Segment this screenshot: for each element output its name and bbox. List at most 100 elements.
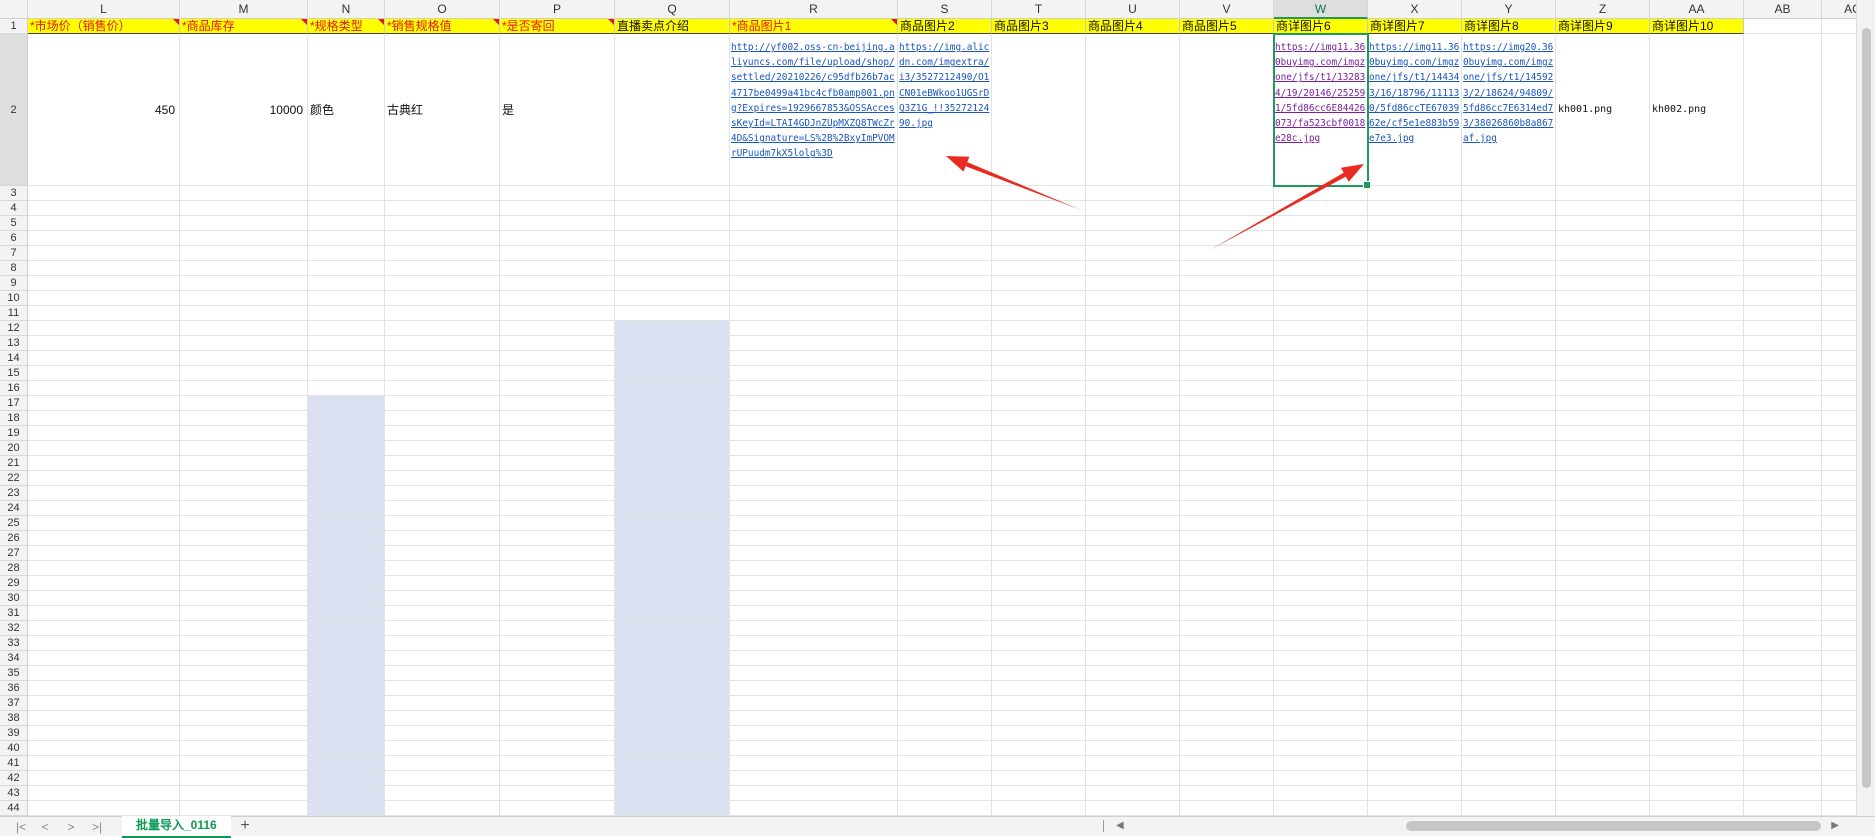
cell-l36[interactable] — [28, 681, 180, 696]
cell-u2[interactable] — [1086, 34, 1180, 186]
cell-x38[interactable] — [1368, 711, 1462, 726]
cell-aa27[interactable] — [1650, 546, 1744, 561]
cell-t43[interactable] — [992, 786, 1086, 801]
cell-y4[interactable] — [1462, 201, 1556, 216]
cell-y10[interactable] — [1462, 291, 1556, 306]
cell-o7[interactable] — [385, 246, 500, 261]
cell-aa15[interactable] — [1650, 366, 1744, 381]
prev-sheet-button[interactable]: < — [36, 819, 54, 835]
cell-n44[interactable] — [308, 801, 385, 816]
cell-aa34[interactable] — [1650, 651, 1744, 666]
cell-u22[interactable] — [1086, 471, 1180, 486]
cell-aa11[interactable] — [1650, 306, 1744, 321]
row-header-3[interactable]: 3 — [0, 186, 28, 201]
cell-l21[interactable] — [28, 456, 180, 471]
cell-aa12[interactable] — [1650, 321, 1744, 336]
cell-ab27[interactable] — [1744, 546, 1822, 561]
cell-x24[interactable] — [1368, 501, 1462, 516]
cell-u43[interactable] — [1086, 786, 1180, 801]
cell-aa16[interactable] — [1650, 381, 1744, 396]
cell-y19[interactable] — [1462, 426, 1556, 441]
cell-l29[interactable] — [28, 576, 180, 591]
cell-t2[interactable] — [992, 34, 1086, 186]
cell-z20[interactable] — [1556, 441, 1650, 456]
cell-m37[interactable] — [180, 696, 308, 711]
cell-t34[interactable] — [992, 651, 1086, 666]
cell-u10[interactable] — [1086, 291, 1180, 306]
cell-m44[interactable] — [180, 801, 308, 816]
cell-x34[interactable] — [1368, 651, 1462, 666]
cell-v8[interactable] — [1180, 261, 1274, 276]
cell-w19[interactable] — [1274, 426, 1368, 441]
cell-l32[interactable] — [28, 621, 180, 636]
cell-t28[interactable] — [992, 561, 1086, 576]
cell-t30[interactable] — [992, 591, 1086, 606]
cell-ac33[interactable] — [1822, 636, 1856, 651]
cell-ab42[interactable] — [1744, 771, 1822, 786]
cell-w37[interactable] — [1274, 696, 1368, 711]
cell-n30[interactable] — [308, 591, 385, 606]
cell-aa39[interactable] — [1650, 726, 1744, 741]
cell-q14[interactable] — [615, 351, 730, 366]
row-header-15[interactable]: 15 — [0, 366, 28, 381]
header-cell-v[interactable]: 商品图片5 — [1180, 19, 1274, 34]
cell-s8[interactable] — [898, 261, 992, 276]
cell-ab28[interactable] — [1744, 561, 1822, 576]
cell-w21[interactable] — [1274, 456, 1368, 471]
cell-w38[interactable] — [1274, 711, 1368, 726]
cell-t14[interactable] — [992, 351, 1086, 366]
cell-w13[interactable] — [1274, 336, 1368, 351]
cell-n28[interactable] — [308, 561, 385, 576]
cell-p25[interactable] — [500, 516, 615, 531]
cell-aa20[interactable] — [1650, 441, 1744, 456]
cell-y42[interactable] — [1462, 771, 1556, 786]
cell-o22[interactable] — [385, 471, 500, 486]
row-header-36[interactable]: 36 — [0, 681, 28, 696]
cell-z12[interactable] — [1556, 321, 1650, 336]
cell-q13[interactable] — [615, 336, 730, 351]
cell-q27[interactable] — [615, 546, 730, 561]
cell-x44[interactable] — [1368, 801, 1462, 816]
cell-m15[interactable] — [180, 366, 308, 381]
cell-t13[interactable] — [992, 336, 1086, 351]
cell-o24[interactable] — [385, 501, 500, 516]
cell-m34[interactable] — [180, 651, 308, 666]
cell-u37[interactable] — [1086, 696, 1180, 711]
cell-w12[interactable] — [1274, 321, 1368, 336]
cell-n35[interactable] — [308, 666, 385, 681]
cell-m18[interactable] — [180, 411, 308, 426]
cell-m7[interactable] — [180, 246, 308, 261]
cell-l28[interactable] — [28, 561, 180, 576]
cell-ab33[interactable] — [1744, 636, 1822, 651]
cell-w28[interactable] — [1274, 561, 1368, 576]
column-header-w[interactable]: W — [1274, 0, 1368, 19]
cell-v18[interactable] — [1180, 411, 1274, 426]
cell-t40[interactable] — [992, 741, 1086, 756]
row-header-11[interactable]: 11 — [0, 306, 28, 321]
cell-ac36[interactable] — [1822, 681, 1856, 696]
cell-r27[interactable] — [730, 546, 898, 561]
cell-x32[interactable] — [1368, 621, 1462, 636]
cell-x22[interactable] — [1368, 471, 1462, 486]
cell-q22[interactable] — [615, 471, 730, 486]
cell-v36[interactable] — [1180, 681, 1274, 696]
cell-v4[interactable] — [1180, 201, 1274, 216]
cell-u26[interactable] — [1086, 531, 1180, 546]
cell-s33[interactable] — [898, 636, 992, 651]
cell-r11[interactable] — [730, 306, 898, 321]
cell-w29[interactable] — [1274, 576, 1368, 591]
cell-p24[interactable] — [500, 501, 615, 516]
cell-ab15[interactable] — [1744, 366, 1822, 381]
cell-u30[interactable] — [1086, 591, 1180, 606]
data-cell-o2[interactable]: 古典红 — [385, 34, 500, 186]
cell-t8[interactable] — [992, 261, 1086, 276]
cell-ab1[interactable] — [1744, 19, 1822, 34]
cell-n36[interactable] — [308, 681, 385, 696]
cell-u21[interactable] — [1086, 456, 1180, 471]
cell-u24[interactable] — [1086, 501, 1180, 516]
cell-n17[interactable] — [308, 396, 385, 411]
cell-q30[interactable] — [615, 591, 730, 606]
row-header-7[interactable]: 7 — [0, 246, 28, 261]
cell-w40[interactable] — [1274, 741, 1368, 756]
cell-r19[interactable] — [730, 426, 898, 441]
